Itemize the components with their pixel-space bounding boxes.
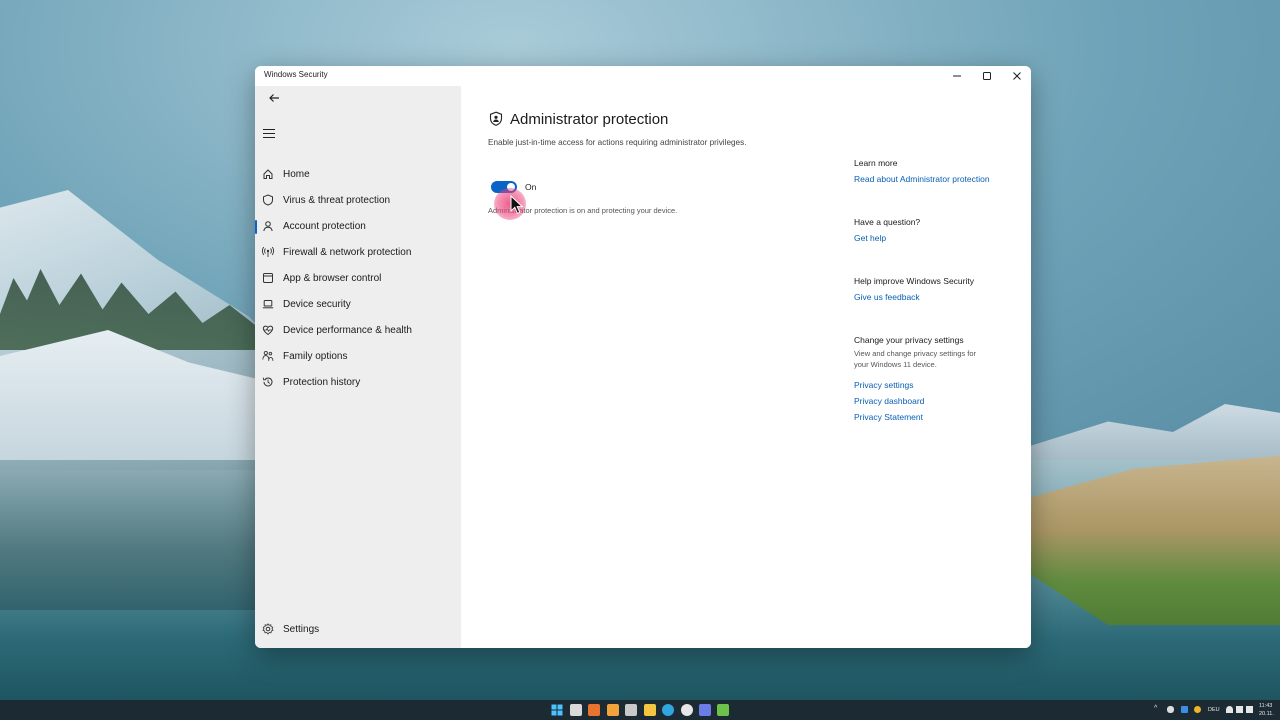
clock-time[interactable]: 11:43 <box>1259 703 1272 709</box>
privacy-statement-link[interactable]: Privacy Statement <box>854 412 923 422</box>
privacy-settings-link[interactable]: Privacy settings <box>854 380 914 390</box>
browser-window-icon <box>261 271 275 285</box>
history-icon <box>261 375 275 389</box>
bluetooth-icon[interactable] <box>1181 706 1188 713</box>
sidebar-item-label: Protection history <box>283 377 361 388</box>
sidebar-item-device-security[interactable]: Device security <box>255 293 461 317</box>
settings-label: Settings <box>283 624 320 635</box>
sidebar-item-home[interactable]: Home <box>255 163 461 187</box>
sidebar: Home Virus & threat protection Account p… <box>255 86 461 648</box>
sidebar-item-label: Device security <box>283 299 351 310</box>
volume-icon[interactable] <box>1236 706 1243 713</box>
sidebar-item-settings[interactable]: Settings <box>255 618 461 642</box>
onedrive-icon[interactable] <box>1167 706 1174 713</box>
home-icon <box>261 167 275 181</box>
family-icon <box>261 349 275 363</box>
toggle-state-label: On <box>525 182 537 192</box>
wifi-icon[interactable] <box>1226 706 1233 713</box>
widgets-icon[interactable] <box>625 704 637 716</box>
sidebar-item-account-protection[interactable]: Account protection <box>255 215 461 239</box>
heart-pulse-icon <box>261 323 275 337</box>
title-bar[interactable]: Windows Security <box>255 66 1031 86</box>
minimize-icon <box>953 75 961 77</box>
person-icon <box>261 219 275 233</box>
question-heading: Have a question? <box>854 217 921 227</box>
minimize-button[interactable] <box>942 66 972 86</box>
maximize-button[interactable] <box>972 66 1002 86</box>
mouse-cursor-icon <box>510 195 524 215</box>
privacy-dashboard-link[interactable]: Privacy dashboard <box>854 396 924 406</box>
sidebar-item-protection-history[interactable]: Protection history <box>255 371 461 395</box>
help-app-icon[interactable] <box>681 704 693 716</box>
shield-person-icon <box>489 111 503 126</box>
learn-more-heading: Learn more <box>854 158 898 168</box>
sidebar-item-family-options[interactable]: Family options <box>255 345 461 369</box>
sidebar-item-virus-threat-protection[interactable]: Virus & threat protection <box>255 189 461 213</box>
close-button[interactable] <box>1002 66 1031 86</box>
feedback-heading: Help improve Windows Security <box>854 276 974 286</box>
clock-date[interactable]: 20.11. <box>1259 711 1274 717</box>
shield-icon <box>261 193 275 207</box>
task-view-icon[interactable] <box>570 704 582 716</box>
app-icon[interactable] <box>588 704 600 716</box>
battery-icon[interactable] <box>1246 706 1253 713</box>
gear-icon <box>261 622 275 636</box>
get-help-link[interactable]: Get help <box>854 233 886 243</box>
notepad-icon[interactable] <box>717 704 729 716</box>
menu-button[interactable] <box>259 123 279 143</box>
sidebar-item-firewall-network-protection[interactable]: Firewall & network protection <box>255 241 461 265</box>
sidebar-item-device-performance-health[interactable]: Device performance & health <box>255 319 461 343</box>
tray-app-icon[interactable] <box>1194 706 1201 713</box>
app-title: Windows Security <box>264 70 328 79</box>
security-app-icon[interactable] <box>699 704 711 716</box>
file-explorer-icon[interactable] <box>644 704 656 716</box>
page-subtitle: Enable just-in-time access for actions r… <box>488 138 747 147</box>
sidebar-item-label: Home <box>283 169 310 180</box>
close-icon <box>1013 72 1021 80</box>
sidebar-item-label: Device performance & health <box>283 325 412 336</box>
windows-security-window: Windows Security Home Virus & threat pro… <box>255 66 1031 648</box>
laptop-icon <box>261 297 275 311</box>
hamburger-icon <box>263 128 275 138</box>
page-title: Administrator protection <box>510 111 669 128</box>
sidebar-item-label: Family options <box>283 351 348 362</box>
start-icon[interactable] <box>551 704 563 716</box>
back-button[interactable] <box>261 88 287 108</box>
sidebar-item-label: App & browser control <box>283 273 382 284</box>
maximize-icon <box>983 72 991 80</box>
sidebar-item-label: Account protection <box>283 221 366 232</box>
antenna-icon <box>261 245 275 259</box>
tray-overflow-icon[interactable]: ^ <box>1154 705 1157 712</box>
sidebar-item-app-browser-control[interactable]: App & browser control <box>255 267 461 291</box>
privacy-description: View and change privacy settings for you… <box>854 349 977 369</box>
search-icon[interactable] <box>607 704 619 716</box>
edge-browser-icon[interactable] <box>662 704 674 716</box>
privacy-heading: Change your privacy settings <box>854 335 964 345</box>
taskbar: ^ DEU 11:43 20.11. <box>0 700 1280 720</box>
back-arrow-icon <box>269 94 279 102</box>
main-content: Administrator protection Enable just-in-… <box>461 86 1031 648</box>
sidebar-item-label: Virus & threat protection <box>283 195 391 206</box>
learn-more-link[interactable]: Read about Administrator protection <box>854 174 990 184</box>
language-indicator[interactable]: DEU <box>1208 707 1220 713</box>
sidebar-item-label: Firewall & network protection <box>283 247 412 258</box>
feedback-link[interactable]: Give us feedback <box>854 292 920 302</box>
